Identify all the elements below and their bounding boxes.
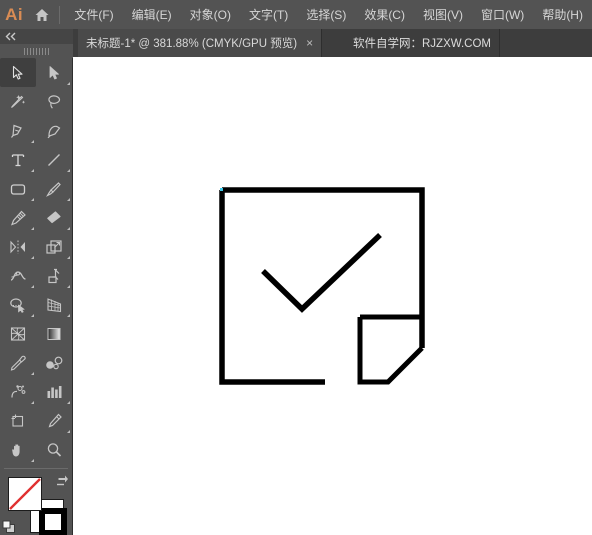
pencil-tool[interactable]	[0, 203, 36, 232]
default-fill-stroke-icon[interactable]	[2, 520, 16, 534]
home-icon[interactable]	[28, 0, 56, 29]
selection-tool[interactable]	[0, 58, 36, 87]
scale-tool[interactable]	[36, 232, 72, 261]
perspective-grid-tool[interactable]	[36, 290, 72, 319]
tool-grid	[0, 58, 72, 464]
menu-window[interactable]: 窗口(W)	[472, 2, 533, 27]
menu-object[interactable]: 对象(O)	[181, 2, 240, 27]
zoom-tool[interactable]	[36, 435, 72, 464]
tab-label: 软件自学网：RJZXW.COM	[353, 38, 491, 50]
type-tool[interactable]	[0, 145, 36, 174]
artwork-checkmark-document	[219, 187, 425, 385]
line-segment-tool[interactable]	[36, 145, 72, 174]
menu-bar: Ai 文件(F) 编辑(E) 对象(O) 文字(T) 选择(S) 效果(C) 视…	[0, 0, 592, 29]
close-icon[interactable]: ×	[306, 37, 313, 49]
tab-document-untitled-1[interactable]: 未标题-1* @ 381.88% (CMYK/GPU 预览) ×	[78, 29, 323, 57]
lasso-tool[interactable]	[36, 87, 72, 116]
rectangle-tool[interactable]	[0, 174, 36, 203]
double-chevron-left-icon[interactable]	[0, 29, 73, 44]
app-logo: Ai	[5, 4, 24, 24]
width-tool[interactable]	[0, 261, 36, 290]
tools-panel	[0, 29, 73, 535]
tools-divider	[4, 468, 68, 469]
menu-divider	[58, 5, 60, 24]
rotate-tool[interactable]	[0, 232, 36, 261]
curvature-tool[interactable]	[36, 116, 72, 145]
artboard-tool[interactable]	[0, 406, 36, 435]
magic-wand-tool[interactable]	[0, 87, 36, 116]
menu-view[interactable]: 视图(V)	[414, 2, 472, 27]
symbol-sprayer-tool[interactable]	[0, 377, 36, 406]
fill-swatch[interactable]	[8, 477, 42, 511]
tab-watermark[interactable]: 软件自学网：RJZXW.COM	[345, 29, 500, 57]
menu-select[interactable]: 选择(S)	[297, 2, 355, 27]
gradient-tool[interactable]	[36, 319, 72, 348]
slice-tool[interactable]	[36, 406, 72, 435]
direct-selection-tool[interactable]	[36, 58, 72, 87]
menu-edit[interactable]: 编辑(E)	[123, 2, 181, 27]
blend-tool[interactable]	[36, 348, 72, 377]
fill-stroke-controls	[0, 474, 72, 535]
anchor-point	[220, 188, 223, 191]
document-canvas[interactable]	[73, 57, 592, 535]
column-graph-tool[interactable]	[36, 377, 72, 406]
menu-item-list: 文件(F) 编辑(E) 对象(O) 文字(T) 选择(S) 效果(C) 视图(V…	[65, 2, 592, 27]
illustrator-window: Ai 文件(F) 编辑(E) 对象(O) 文字(T) 选择(S) 效果(C) 视…	[0, 0, 592, 535]
mesh-tool[interactable]	[0, 319, 36, 348]
no-fill-slash-icon	[9, 478, 41, 510]
free-transform-tool[interactable]	[36, 261, 72, 290]
document-tab-bar: 未标题-1* @ 381.88% (CMYK/GPU 预览) × 软件自学网：R…	[0, 29, 592, 57]
eyedropper-tool[interactable]	[0, 348, 36, 377]
paintbrush-tool[interactable]	[36, 174, 72, 203]
swap-fill-stroke-icon[interactable]	[55, 474, 69, 488]
tab-label: 未标题-1* @ 381.88% (CMYK/GPU 预览)	[86, 38, 298, 50]
menu-effect[interactable]: 效果(C)	[355, 2, 414, 27]
eraser-tool[interactable]	[36, 203, 72, 232]
shape-builder-tool[interactable]	[0, 290, 36, 319]
menu-file[interactable]: 文件(F)	[65, 2, 122, 27]
hand-tool[interactable]	[0, 435, 36, 464]
menu-type[interactable]: 文字(T)	[240, 2, 297, 27]
pen-tool[interactable]	[0, 116, 36, 145]
panel-drag-handle[interactable]	[0, 44, 73, 58]
menu-help[interactable]: 帮助(H)	[533, 2, 592, 27]
